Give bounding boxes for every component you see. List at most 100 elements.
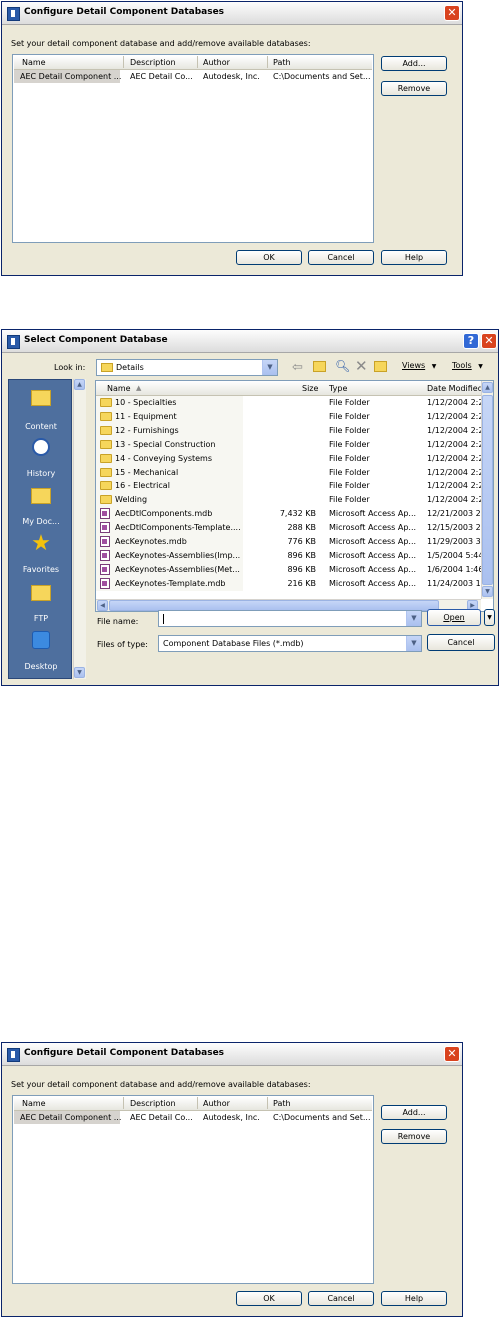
file-row[interactable]: 13 - Special Construction File Folder 1/12… <box>96 437 493 452</box>
chevron-down-icon[interactable]: ▼ <box>406 611 421 626</box>
column-name[interactable]: Name <box>22 58 46 67</box>
database-file-icon <box>100 549 110 561</box>
file-list[interactable]: Name ▲ Size Type Date Modified 10 - Spec… <box>95 380 494 612</box>
views-menu[interactable]: Views ▼ <box>402 361 436 370</box>
remove-button[interactable]: Remove <box>381 81 447 96</box>
file-row[interactable]: AecKeynotes-Assemblies(Met... 896 KB Micro… <box>96 562 493 577</box>
ok-button[interactable]: OK <box>236 1291 302 1306</box>
file-row[interactable]: AecDtlComponents-Template.... 288 KB Micro… <box>96 521 493 536</box>
column-separator <box>123 1097 124 1109</box>
scroll-down-icon[interactable]: ▼ <box>482 586 493 597</box>
back-icon[interactable]: ⇦ <box>292 360 303 375</box>
open-button[interactable]: Open <box>427 609 481 626</box>
close-icon[interactable]: ✕ <box>444 5 460 21</box>
scroll-thumb[interactable] <box>482 395 493 585</box>
list-header: Name Description Author Path <box>14 56 372 70</box>
file-row[interactable]: 12 - Furnishings File Folder 1/12/2004 2:2 <box>96 423 493 438</box>
scroll-up-icon[interactable]: ▲ <box>74 379 85 390</box>
file-name: 10 - Specialties <box>115 398 177 407</box>
file-row[interactable]: AecKeynotes.mdb 776 KB Microsoft Access Ap… <box>96 535 493 549</box>
look-in-dropdown[interactable]: Details ▼ <box>96 359 278 376</box>
cancel-button[interactable]: Cancel <box>308 1291 374 1306</box>
place-content[interactable]: Content <box>9 388 73 431</box>
file-row[interactable]: 11 - Equipment File Folder 1/12/2004 2:2 <box>96 409 493 424</box>
column-name[interactable]: Name <box>22 1099 46 1108</box>
new-folder-icon[interactable] <box>374 361 387 372</box>
add-button[interactable]: Add... <box>381 1105 447 1120</box>
row-path: C:\Documents and Set... <box>273 1113 371 1122</box>
column-author[interactable]: Author <box>203 58 230 67</box>
close-icon[interactable]: ✕ <box>481 333 497 349</box>
column-author[interactable]: Author <box>203 1099 230 1108</box>
file-row[interactable]: 15 - Mechanical File Folder 1/12/2004 2:2 <box>96 465 493 480</box>
folder-icon <box>100 495 112 505</box>
delete-icon[interactable]: ✕ <box>355 357 368 375</box>
chevron-down-icon[interactable]: ▼ <box>262 360 277 375</box>
instruction-text: Set your detail component database and a… <box>11 39 311 48</box>
chevron-down-icon: ▼ <box>478 363 483 370</box>
database-list[interactable]: Name Description Author Path AEC Detail … <box>12 1095 374 1284</box>
list-item[interactable]: AEC Detail Component ... AEC Detail Co..… <box>14 70 372 83</box>
file-size: 7,432 KB <box>279 509 316 519</box>
column-name[interactable]: Name <box>107 384 131 393</box>
open-dropdown-button[interactable]: ▼ <box>484 609 495 626</box>
scroll-down-icon[interactable]: ▼ <box>74 667 85 678</box>
file-name-field[interactable]: ▼ <box>158 610 422 627</box>
chevron-down-icon: ▼ <box>431 363 437 370</box>
file-row[interactable]: Welding File Folder 1/12/2004 2:2 <box>96 493 493 508</box>
column-path[interactable]: Path <box>273 58 291 67</box>
places-scrollbar[interactable]: ▲ ▼ <box>73 379 86 679</box>
scroll-up-icon[interactable]: ▲ <box>482 382 493 393</box>
app-icon <box>7 335 20 349</box>
column-type[interactable]: Type <box>329 384 347 393</box>
up-folder-icon[interactable] <box>313 361 326 372</box>
column-description[interactable]: Description <box>130 58 176 67</box>
column-path[interactable]: Path <box>273 1099 291 1108</box>
file-type: File Folder <box>329 411 370 421</box>
search-web-icon[interactable]: 🔍︎ <box>335 359 350 373</box>
cancel-button[interactable]: Cancel <box>308 250 374 265</box>
row-description: AEC Detail Co... <box>130 72 193 81</box>
row-name: AEC Detail Component ... <box>20 1113 122 1122</box>
place-desktop[interactable]: Desktop <box>9 631 73 671</box>
remove-button[interactable]: Remove <box>381 1129 447 1144</box>
row-path: C:\Documents and Set... <box>273 72 371 81</box>
close-icon[interactable]: ✕ <box>444 1046 460 1062</box>
file-date: 1/6/2004 1:46 <box>427 564 484 574</box>
scroll-left-icon[interactable]: ◀ <box>97 600 108 611</box>
file-row[interactable]: AecDtlComponents.mdb 7,432 KB Microsoft Ac… <box>96 507 493 522</box>
file-row[interactable]: 10 - Specialties File Folder 1/12/2004 2:2 <box>96 396 493 410</box>
file-type: Microsoft Access Ap... <box>329 537 417 546</box>
help-button[interactable]: Help <box>381 250 447 265</box>
file-type: File Folder <box>329 439 370 449</box>
column-description[interactable]: Description <box>130 1099 176 1108</box>
file-row[interactable]: AecKeynotes-Assemblies(Imp... 896 KB Micro… <box>96 548 493 563</box>
file-type: Microsoft Access Ap... <box>329 564 417 574</box>
files-of-type-dropdown[interactable]: Component Database Files (*.mdb) ▼ <box>158 635 422 652</box>
database-list[interactable]: Name Description Author Path AEC Detail … <box>12 54 374 243</box>
file-date: 1/12/2004 2:2 <box>427 398 484 407</box>
tools-menu[interactable]: Tools ▼ <box>452 361 483 370</box>
place-history[interactable]: History <box>9 438 73 478</box>
file-name: AecDtlComponents.mdb <box>115 509 213 519</box>
cancel-button[interactable]: Cancel <box>427 634 495 651</box>
help-button[interactable]: Help <box>381 1291 447 1306</box>
place-favorites[interactable]: ★ Favorites <box>9 533 73 575</box>
views-label: Views <box>402 361 426 370</box>
file-row[interactable]: 14 - Conveying Systems File Folder 1/12/20… <box>96 451 493 466</box>
column-size[interactable]: Size <box>302 384 318 393</box>
help-icon[interactable]: ? <box>463 333 479 349</box>
app-icon <box>7 7 20 21</box>
column-date[interactable]: Date Modified <box>427 384 483 393</box>
file-list-vertical-scrollbar[interactable]: ▲ ▼ <box>481 381 493 599</box>
file-name: 12 - Furnishings <box>115 425 179 435</box>
add-button[interactable]: Add... <box>381 56 447 71</box>
file-size: 216 KB <box>287 578 316 588</box>
ok-button[interactable]: OK <box>236 250 302 265</box>
place-my-documents[interactable]: My Doc... <box>9 486 73 526</box>
chevron-down-icon[interactable]: ▼ <box>406 636 421 651</box>
place-ftp[interactable]: FTP <box>9 583 73 623</box>
file-row[interactable]: 16 - Electrical File Folder 1/12/2004 2:2 <box>96 479 493 494</box>
list-item[interactable]: AEC Detail Component ... AEC Detail Co..… <box>14 1111 372 1124</box>
file-row[interactable]: AecKeynotes-Template.mdb 216 KB Microsoft … <box>96 576 493 591</box>
